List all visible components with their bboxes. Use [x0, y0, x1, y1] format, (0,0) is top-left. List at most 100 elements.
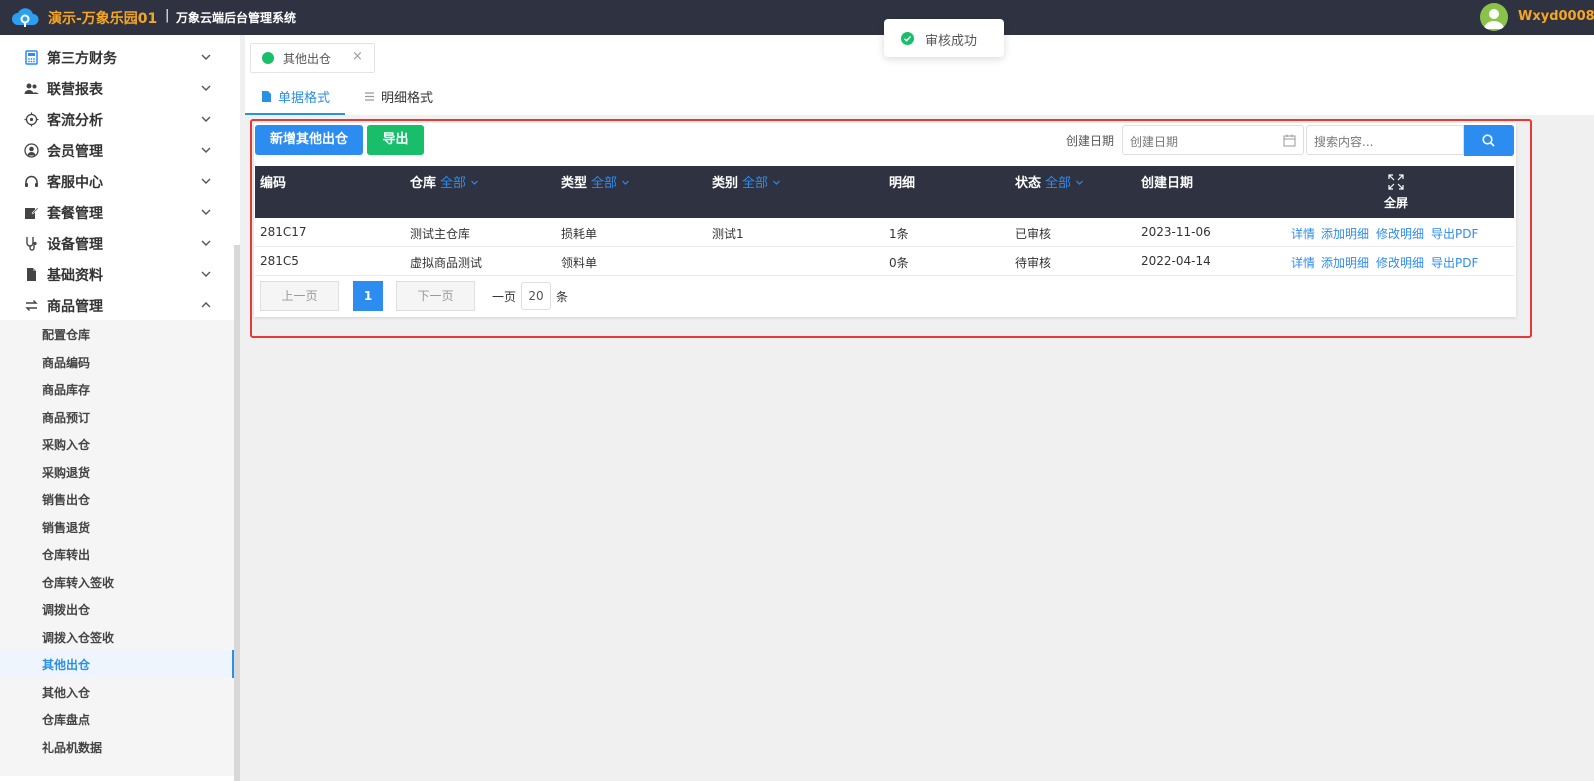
submenu-item[interactable]: 销售出仓: [0, 485, 234, 513]
export-button[interactable]: 导出: [367, 125, 424, 155]
submenu-item[interactable]: 仓库转出: [0, 540, 234, 568]
page-size-input[interactable]: 20: [521, 282, 551, 310]
column-header-code: 编码: [260, 172, 286, 191]
submenu-item-label: 仓库转出: [42, 548, 91, 562]
submenu-item-label: 商品预订: [42, 410, 91, 425]
submenu-item[interactable]: 礼品机数据: [0, 733, 234, 761]
chevron-down-icon: [1076, 180, 1084, 185]
submenu-item[interactable]: 商品库存: [0, 375, 234, 403]
warehouse-filter[interactable]: 全部: [440, 176, 479, 191]
next-page-button[interactable]: 下一页: [396, 281, 475, 311]
user-icon: [1484, 9, 1504, 29]
export-pdf-link[interactable]: 导出PDF: [1431, 225, 1478, 242]
export-pdf-link[interactable]: 导出PDF: [1431, 254, 1478, 271]
avatar[interactable]: [1480, 3, 1508, 31]
top-bar: 演示-万象乐园01 | 万象云端后台管理系统 Wxyd0008: [0, 0, 1594, 35]
submenu-item[interactable]: 调拨出仓: [0, 595, 234, 623]
fullscreen-label: 全屏: [1383, 196, 1408, 210]
submenu-item-label: 其他入仓: [42, 685, 91, 700]
close-icon[interactable]: ×: [352, 49, 363, 64]
edit-detail-link[interactable]: 修改明细: [1376, 225, 1424, 242]
search-button[interactable]: [1464, 125, 1514, 156]
submenu-item[interactable]: 仓库转入签收: [0, 568, 234, 596]
chevron-down-icon: [201, 178, 211, 184]
submenu-item[interactable]: 仓库盘点: [0, 705, 234, 733]
sidebar-item-traffic-analysis[interactable]: 客流分析: [0, 104, 234, 135]
add-detail-link[interactable]: 添加明细: [1321, 254, 1369, 271]
headset-icon: [25, 175, 38, 187]
submenu-item-label: 采购退货: [42, 465, 91, 480]
toast-message: 审核成功: [925, 34, 978, 49]
sidebar-item-basic-data[interactable]: 基础资料: [0, 259, 234, 290]
add-detail-link[interactable]: 添加明细: [1321, 225, 1369, 242]
prev-page-button[interactable]: 上一页: [260, 281, 339, 311]
device-icon: [26, 237, 37, 251]
submenu-item[interactable]: 商品编码: [0, 348, 234, 376]
sidebar-item-product-management[interactable]: 商品管理: [0, 290, 234, 321]
search-input[interactable]: 搜索内容...: [1306, 125, 1464, 155]
chevron-down-icon: [201, 116, 211, 122]
sidebar-item-label: 套餐管理: [47, 206, 103, 222]
username[interactable]: Wxyd0008: [1518, 9, 1594, 24]
chevron-down-icon: [201, 209, 211, 215]
cell-detail: 1条: [889, 227, 909, 241]
sidebar-item-label: 会员管理: [47, 144, 103, 160]
submenu-item[interactable]: 采购入仓: [0, 430, 234, 458]
fullscreen-button[interactable]: 全屏: [1381, 174, 1411, 210]
app-name[interactable]: 演示-万象乐园01: [48, 8, 157, 28]
expand-icon: [1388, 174, 1404, 190]
filter-label: 全部: [440, 176, 467, 191]
submenu-item-label: 采购入仓: [42, 438, 91, 452]
status-filter[interactable]: 全部: [1045, 176, 1084, 191]
submenu-item-label: 销售出仓: [42, 493, 91, 507]
add-other-outbound-button[interactable]: 新增其他出仓: [255, 125, 363, 155]
chevron-down-icon: [201, 85, 211, 91]
cell-created-date: 2022-04-14: [1141, 254, 1211, 268]
sidebar-item-label: 基础资料: [47, 268, 103, 284]
edit-detail-link[interactable]: 修改明细: [1376, 254, 1424, 271]
sidebar-item-customer-service[interactable]: 客服中心: [0, 166, 234, 197]
date-placeholder: 创建日期: [1130, 135, 1179, 149]
submenu-item-label: 商品库存: [42, 383, 91, 397]
submenu-item[interactable]: 商品预订: [0, 403, 234, 431]
type-filter[interactable]: 全部: [591, 176, 630, 191]
submenu-item[interactable]: 销售退货: [0, 513, 234, 541]
success-toast: 审核成功: [884, 19, 1004, 57]
sidebar-item-package-management[interactable]: 套餐管理: [0, 197, 234, 228]
swap-icon: [25, 300, 38, 311]
chevron-down-icon: [201, 147, 211, 153]
column-header-category: 类别 全部: [712, 172, 781, 191]
tab-label: 单据格式: [278, 91, 331, 106]
submenu-item[interactable]: 调拨入仓签收: [0, 623, 234, 651]
detail-link[interactable]: 详情: [1291, 254, 1315, 271]
sidebar: 第三方财务 联营报表 客流分析 会员管理 客服中心 套餐管理 设备管理 基础资料: [0, 35, 240, 781]
category-filter[interactable]: 全部: [742, 176, 781, 191]
sidebar-item-joint-reports[interactable]: 联营报表: [0, 73, 234, 104]
sidebar-item-member-management[interactable]: 会员管理: [0, 135, 234, 166]
date-filter-label: 创建日期: [1066, 134, 1115, 148]
submenu-item-label: 配置仓库: [42, 328, 91, 342]
sidebar-item-third-party-finance[interactable]: 第三方财务: [0, 42, 234, 73]
submenu-item-active[interactable]: 其他出仓: [0, 650, 234, 678]
chevron-down-icon: [201, 54, 211, 60]
cell-status: 已审核: [1015, 227, 1052, 241]
page-size-prefix: 一页: [492, 290, 517, 304]
tab-label: 明细格式: [381, 91, 434, 106]
submenu-item-label: 商品编码: [42, 355, 91, 370]
column-label: 编码: [260, 176, 287, 191]
edit-icon: [25, 207, 39, 219]
page-tab-other-outbound[interactable]: 其他出仓 ×: [250, 43, 375, 73]
cell-status: 待审核: [1015, 256, 1052, 270]
submenu-product-management: 配置仓库 商品编码 商品库存 商品预订 采购入仓 采购退货 销售出仓 销售退货 …: [0, 320, 234, 776]
sidebar-scrollbar[interactable]: [234, 245, 240, 781]
detail-link[interactable]: 详情: [1291, 225, 1315, 242]
page-number-current[interactable]: 1: [353, 281, 383, 311]
submenu-item[interactable]: 配置仓库: [0, 320, 234, 348]
table-row[interactable]: 281C17 测试主仓库 损耗单 测试1 1条 已审核 2023-11-06 详…: [255, 218, 1514, 247]
submenu-item[interactable]: 其他入仓: [0, 678, 234, 706]
submenu-item[interactable]: 采购退货: [0, 458, 234, 486]
search-icon: [1482, 134, 1495, 147]
table-row[interactable]: 281C5 虚拟商品测试 领料单 0条 待审核 2022-04-14 详情 添加…: [255, 247, 1514, 276]
date-picker-input[interactable]: 创建日期: [1122, 125, 1304, 155]
sidebar-item-device-management[interactable]: 设备管理: [0, 228, 234, 259]
